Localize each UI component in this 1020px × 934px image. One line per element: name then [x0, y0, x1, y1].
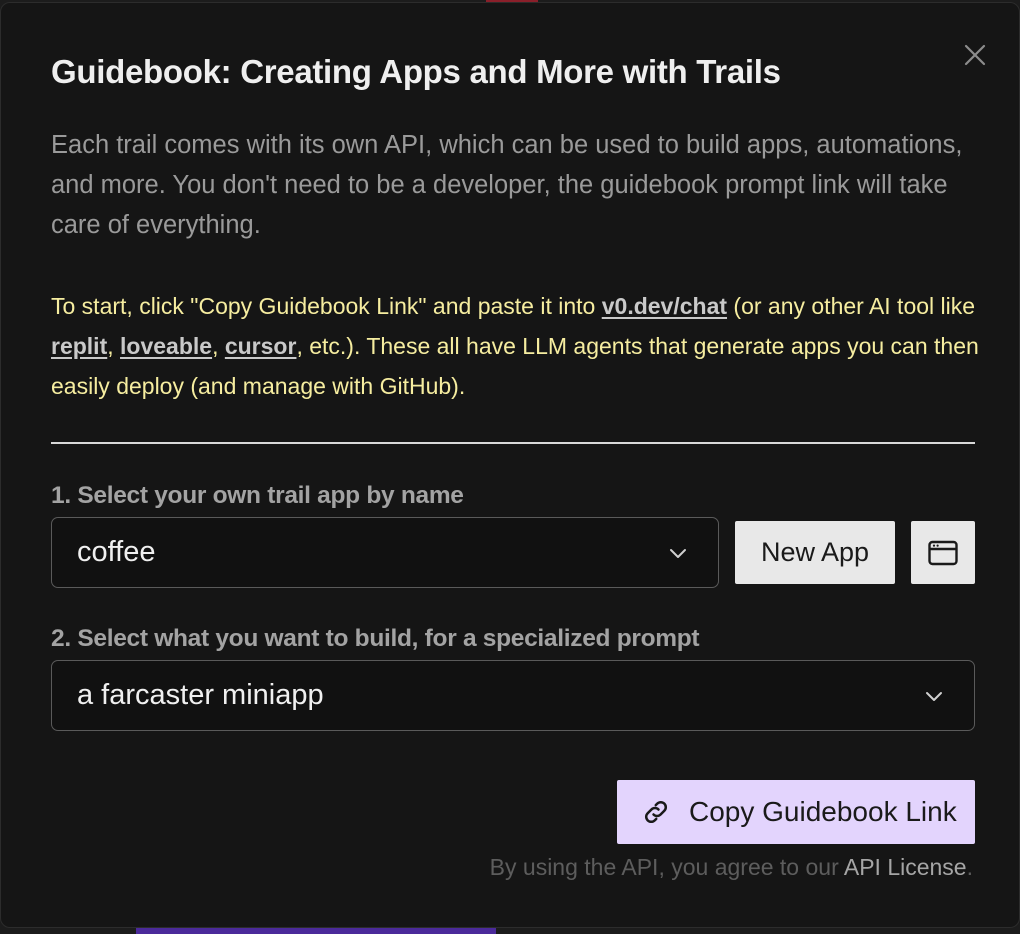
- copy-button-label: Copy Guidebook Link: [689, 796, 957, 827]
- step1-label: 1. Select your own trail app by name: [51, 482, 464, 509]
- new-app-button[interactable]: New App: [735, 521, 895, 584]
- open-app-button[interactable]: [911, 521, 975, 584]
- instructions-separator: ,: [212, 333, 225, 359]
- cursor-link[interactable]: cursor: [225, 333, 297, 359]
- link-icon: [644, 800, 668, 824]
- copy-guidebook-link-button[interactable]: Copy Guidebook Link: [617, 780, 975, 844]
- modal-description: Each trail comes with its own API, which…: [51, 131, 963, 239]
- modal-title: Guidebook: Creating Apps and More with T…: [51, 53, 781, 90]
- trail-app-select[interactable]: coffee: [51, 517, 719, 588]
- instructions-text: To start, click "Copy Guidebook Link" an…: [51, 286, 981, 406]
- instructions-separator: ,: [107, 333, 121, 359]
- trail-app-selected-value: coffee: [77, 536, 156, 568]
- close-button[interactable]: [959, 39, 991, 71]
- close-icon: [964, 44, 986, 66]
- license-prefix: By using the API, you agree to our: [489, 854, 844, 880]
- step2-label: 2. Select what you want to build, for a …: [51, 625, 700, 652]
- backdrop-accent: [136, 928, 496, 934]
- chevron-down-icon: [670, 549, 686, 558]
- instructions-part: (or any other AI tool like: [727, 293, 976, 319]
- build-type-select[interactable]: a farcaster miniapp: [51, 660, 975, 731]
- v0-link[interactable]: v0.dev/chat: [602, 293, 727, 319]
- license-suffix: .: [966, 854, 973, 880]
- license-notice: By using the API, you agree to our API L…: [490, 854, 973, 881]
- chevron-down-icon: [926, 692, 942, 701]
- loveable-link[interactable]: loveable: [120, 333, 212, 359]
- instructions-part: To start, click "Copy Guidebook Link" an…: [51, 293, 602, 319]
- api-license-link[interactable]: API License: [844, 854, 967, 880]
- divider: [51, 442, 975, 444]
- browser-window-icon: [928, 540, 958, 565]
- build-type-selected-value: a farcaster miniapp: [77, 679, 324, 711]
- replit-link[interactable]: replit: [51, 333, 107, 359]
- guidebook-modal: Guidebook: Creating Apps and More with T…: [0, 2, 1020, 928]
